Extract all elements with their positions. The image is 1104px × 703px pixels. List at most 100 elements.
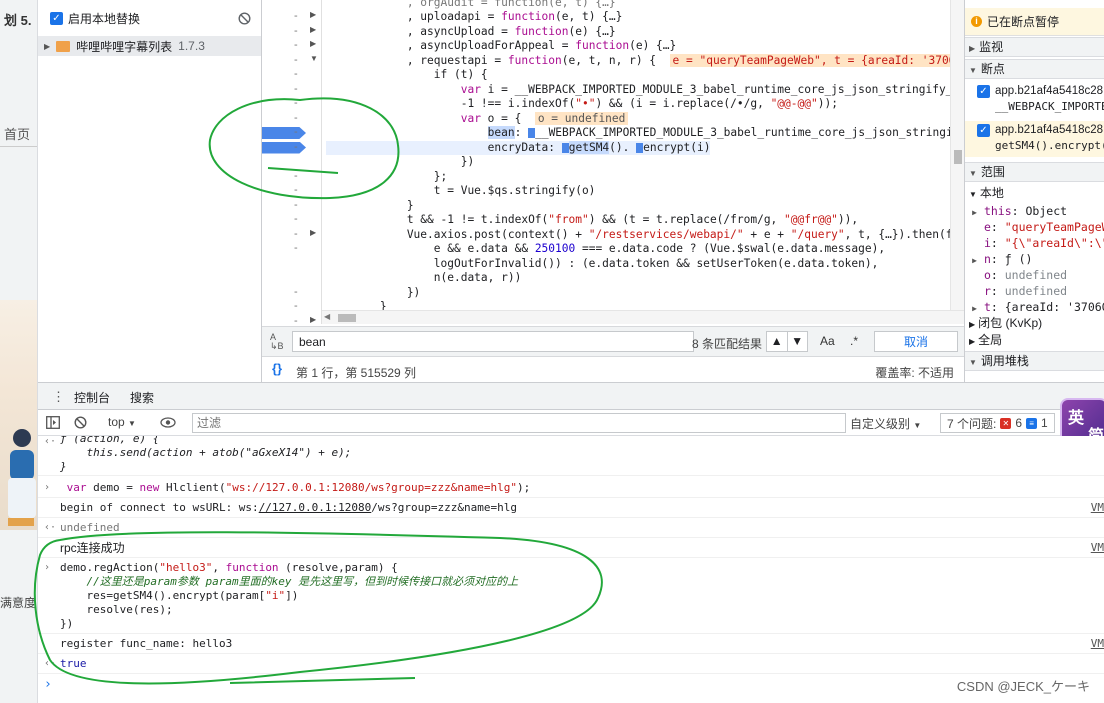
code-line[interactable]: , asyncUploadForAppeal = function(e) {…} [326,39,676,54]
clear-overrides-icon[interactable] [238,12,251,25]
scope-variable-t[interactable]: ▶ t: {areaId: '37060 [965,299,1104,315]
closure-scope[interactable]: ▶ 闭包 (KvKp) [965,315,1104,331]
code-line[interactable]: } [326,199,414,214]
source-link[interactable]: VM [1091,501,1104,514]
log-url-link[interactable]: //127.0.0.1:12080 [259,501,372,514]
scope-section[interactable]: ▼ 范围 [965,162,1104,182]
cancel-search-button[interactable]: 取消 [874,331,958,352]
fold-closed-icon[interactable]: ▶ [310,10,316,19]
checkbox-checked-icon[interactable]: ✓ [977,124,990,137]
code-line[interactable]: var i = __WEBPACK_IMPORTED_MODULE_3_babe… [326,83,964,98]
next-match-icon[interactable]: ▼ [788,332,808,351]
gutter-line[interactable]: - [262,213,322,228]
scope-variable-i[interactable]: i: "{\"areaId\":\" [965,235,1104,251]
code-line[interactable]: bean: __WEBPACK_IMPORTED_MODULE_3_babel_… [326,126,964,141]
scope-variable-o[interactable]: o: undefined [965,267,1104,283]
breakpoint-marker[interactable]: - [262,141,322,156]
breakpoints-section[interactable]: ▼ 断点 [965,59,1104,79]
watch-section[interactable]: ▶ 监视 [965,37,1104,57]
more-menu-icon[interactable]: ⋮ [52,389,65,405]
global-scope[interactable]: ▶ 全局 [965,332,1104,348]
previous-match-icon[interactable]: ▲ [767,332,788,351]
source-link[interactable]: VM [1091,541,1104,554]
code-line[interactable]: }; [326,170,447,185]
code-line[interactable]: -1 !== i.indexOf("•") && (i = i.replace(… [326,97,838,112]
gutter-line[interactable]: - [262,286,322,301]
regex-button[interactable]: .* [850,334,858,348]
context-selector[interactable]: top ▼ [108,415,136,429]
scroll-thumb[interactable] [954,150,962,164]
editor-horizontal-scrollbar[interactable]: ◀ [322,310,964,324]
breakpoint-marker[interactable]: - [262,126,322,141]
breakpoint-marker-icon[interactable] [262,141,306,154]
gutter-line[interactable]: - ▶ [262,315,322,325]
code-line[interactable]: logOutForInvalid()) : (e.data.token && s… [326,257,879,272]
fold-open-icon[interactable]: ▼ [310,54,318,63]
source-link[interactable]: VM [1091,637,1104,650]
gutter-line[interactable]: - [262,242,322,257]
scroll-left-icon[interactable]: ◀ [324,312,330,321]
eye-icon[interactable] [160,417,176,428]
gutter-line[interactable]: - ▶ [262,228,322,243]
pretty-print-icon[interactable]: {} [272,361,282,376]
code-line[interactable]: n(e.data, r)) [326,271,522,286]
issues-button[interactable]: 7 个问题: ✕ 6 ≡ 1 [940,413,1055,433]
code-line[interactable]: , asyncUpload = function(e) {…} [326,25,616,40]
console-prompt-row[interactable]: › [38,674,1104,694]
tree-folder-row[interactable]: ▶ 哔哩哔哩字幕列表 1.7.3 [38,36,261,56]
code-line[interactable]: e && e.data && 250100 === e.data.code ? … [326,242,885,257]
gutter-line[interactable] [262,271,322,286]
gutter-line[interactable]: - ▶ [262,39,322,54]
code-line[interactable]: }) [326,155,474,170]
line-gutter[interactable]: - ▶ - ▶ - ▶ - ▼ - - - - - - - - - - - ▶ - - - - ▶ [262,0,322,324]
scope-variable-r[interactable]: r: undefined [965,283,1104,299]
gutter-line[interactable]: - [262,300,322,315]
code-line[interactable]: if (t) { [326,68,488,83]
gutter-line[interactable]: - [262,112,322,127]
checkbox-checked-icon[interactable]: ✓ [50,12,63,25]
log-level-dropdown[interactable]: 自定义级别 ▼ [850,415,921,432]
gutter-line[interactable]: - ▶ [262,25,322,40]
code-line[interactable]: , uploadapi = function(e, t) {…} [326,10,623,25]
call-stack-section[interactable]: ▼ 调用堆栈 [965,351,1104,371]
editor-vertical-scrollbar[interactable] [950,0,964,310]
fold-closed-icon[interactable]: ▶ [310,315,316,324]
breakpoint-marker-icon[interactable] [262,127,306,139]
gutter-line[interactable]: - [262,170,322,185]
code-line[interactable]: var o = { o = undefined [326,111,629,127]
search-input[interactable] [292,331,694,352]
gutter-line[interactable] [262,155,322,170]
gutter-line[interactable]: - [262,68,322,83]
gutter-line[interactable]: - ▼ [262,54,322,69]
breakpoint-item[interactable]: ✓ app.b21af4a5418c28 __WEBPACK_IMPORTE [965,82,1104,118]
scroll-thumb[interactable] [338,314,356,322]
gutter-line[interactable]: - [262,199,322,214]
code-line[interactable]: encryData: getSM4(). encrypt(i) [326,140,711,155]
checkbox-checked-icon[interactable]: ✓ [977,85,990,98]
code-line[interactable]: t = Vue.$qs.stringify(o) [326,184,596,199]
tab-search[interactable]: 搜索 [130,389,154,406]
clear-console-icon[interactable] [74,416,87,429]
gutter-line[interactable]: - [262,83,322,98]
tab-console[interactable]: 控制台 [74,389,111,412]
breakpoint-item-active[interactable]: ✓ app.b21af4a5418c28 getSM4().encrypt( [965,121,1104,157]
gutter-line[interactable]: - [262,97,322,112]
fold-closed-icon[interactable]: ▶ [310,39,316,48]
console-output[interactable]: ‹· ƒ (action, e) { this.send(action + at… [38,436,1104,703]
gutter-line[interactable] [262,257,322,272]
code-line[interactable]: }) [326,286,420,301]
fold-closed-icon[interactable]: ▶ [310,25,316,34]
match-case-button[interactable]: Aa [820,334,835,348]
enable-local-overrides[interactable]: ✓ 启用本地替换 [50,10,140,27]
scope-variable-this[interactable]: ▶ this: Object [965,203,1104,219]
gutter-line[interactable]: - [262,184,322,199]
code-line[interactable]: , requestapi = function(e, t, n, r) { e … [326,53,964,69]
local-scope[interactable]: ▼ 本地 [965,185,1104,201]
page-home-link[interactable]: 首页 [4,124,30,143]
code-line[interactable]: t && -1 != t.indexOf("from") && (t = t.r… [326,213,858,228]
gutter-line[interactable]: - ▶ [262,10,322,25]
code-line[interactable]: Vue.axios.post(context() + "/restservice… [326,228,959,243]
fold-closed-icon[interactable]: ▶ [310,228,316,237]
expand-arrow-icon[interactable]: ▶ [44,42,50,51]
code-editor[interactable]: - ▶ - ▶ - ▶ - ▼ - - - - - - - - - - - ▶ - - - - ▶ , orgAudit = f… [262,0,964,324]
